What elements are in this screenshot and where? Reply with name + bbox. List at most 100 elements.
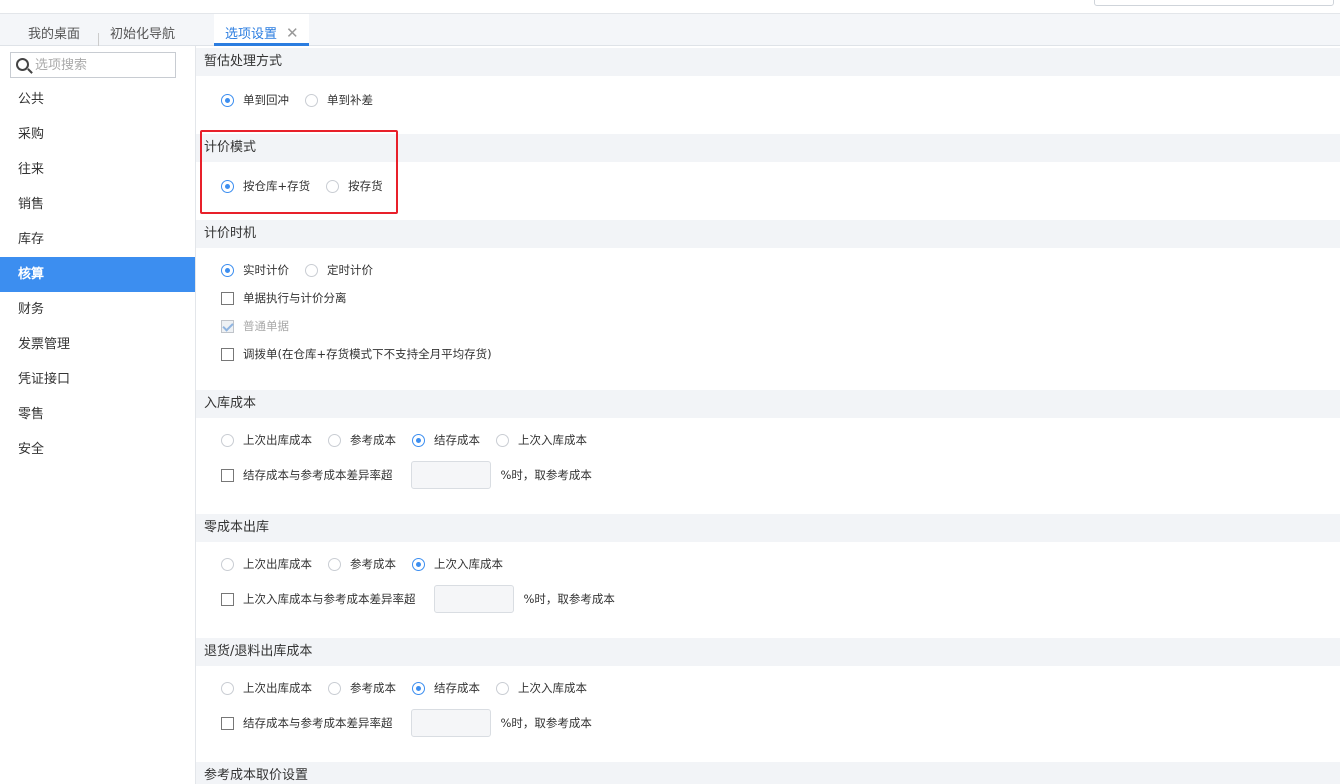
checkbox-option[interactable]: 结存成本与参考成本差异率超 [221, 467, 393, 483]
section-title: 暂估处理方式 [196, 48, 1340, 76]
radio-label: 上次入库成本 [434, 557, 503, 571]
top-search-field[interactable] [1094, 0, 1334, 6]
tab-bar: 我的桌面 初始化导航 选项设置 ✕ [0, 14, 1340, 47]
checkbox[interactable] [221, 716, 234, 730]
settings-panel: 暂估处理方式 单到回冲 单到补差 计价模式 按仓库+存货 按存货 计价时机 实时… [196, 46, 1340, 784]
section-pricing-mode: 计价模式 按仓库+存货 按存货 [196, 134, 1340, 193]
radio-button[interactable] [412, 557, 425, 571]
threshold-row: 上次入库成本与参考成本差异率超 %时，取参考成本 [221, 584, 615, 614]
radio-option[interactable]: 参考成本 [328, 432, 396, 448]
checkbox[interactable] [221, 468, 234, 482]
sidebar-item-invoice[interactable]: 发票管理 [0, 327, 195, 362]
section-inbound-cost: 入库成本 上次出库成本 参考成本 结存成本 上次入库成本 结存成本与参考成本差异… [196, 390, 1340, 489]
radio-label: 上次入库成本 [518, 433, 587, 447]
radio-group: 上次出库成本 参考成本 上次入库成本 [221, 554, 519, 574]
radio-option[interactable]: 定时计价 [305, 262, 373, 278]
radio-label: 按仓库+存货 [243, 179, 311, 193]
radio-button[interactable] [221, 179, 234, 193]
sidebar-item-retail[interactable]: 零售 [0, 397, 195, 432]
radio-button[interactable] [328, 557, 341, 571]
checkbox[interactable] [221, 291, 234, 305]
checkbox[interactable] [221, 592, 234, 606]
radio-button[interactable] [221, 93, 234, 107]
radio-label: 实时计价 [243, 263, 289, 277]
tab-option-settings-label: 选项设置 [225, 27, 278, 42]
checkbox-label: 上次入库成本与参考成本差异率超 [243, 592, 416, 606]
radio-button[interactable] [305, 263, 318, 277]
radio-option[interactable]: 单到回冲 [221, 92, 289, 108]
radio-option[interactable]: 结存成本 [412, 680, 480, 696]
threshold-suffix: %时，取参考成本 [500, 468, 592, 482]
threshold-input[interactable] [410, 461, 491, 489]
radio-option[interactable]: 上次出库成本 [221, 680, 312, 696]
sidebar-item-accounts[interactable]: 往来 [0, 152, 195, 187]
radio-label: 参考成本 [350, 681, 396, 695]
radio-option[interactable]: 上次出库成本 [221, 432, 312, 448]
radio-button[interactable] [412, 433, 425, 447]
radio-option[interactable]: 参考成本 [328, 556, 396, 572]
section-reference-cost: 参考成本取价设置 [196, 762, 1340, 784]
checkbox-option: 普通单据 [221, 318, 289, 334]
sidebar-item-security[interactable]: 安全 [0, 432, 195, 467]
radio-button[interactable] [221, 263, 234, 277]
sidebar-item-finance[interactable]: 财务 [0, 292, 195, 327]
radio-button[interactable] [221, 557, 234, 571]
section-title: 计价时机 [196, 220, 1340, 248]
sidebar-search[interactable] [10, 52, 176, 78]
radio-option[interactable]: 结存成本 [412, 432, 480, 448]
radio-label: 上次出库成本 [243, 681, 312, 695]
sidebar-item-inventory[interactable]: 库存 [0, 222, 195, 257]
radio-option[interactable]: 单到补差 [305, 92, 373, 108]
top-strip [0, 0, 1340, 14]
checkbox-option[interactable]: 结存成本与参考成本差异率超 [221, 715, 393, 731]
checkbox[interactable] [221, 347, 234, 361]
radio-option[interactable]: 上次入库成本 [412, 556, 503, 572]
sidebar-item-public[interactable]: 公共 [0, 82, 195, 117]
radio-button[interactable] [221, 681, 234, 695]
radio-group: 单到回冲 单到补差 [221, 90, 389, 110]
threshold-row: 结存成本与参考成本差异率超 %时，取参考成本 [221, 708, 592, 738]
sidebar-item-purchase[interactable]: 采购 [0, 117, 195, 152]
radio-label: 结存成本 [434, 433, 480, 447]
checkbox-option[interactable]: 单据执行与计价分离 [221, 290, 347, 306]
radio-option[interactable]: 按存货 [326, 178, 383, 194]
tab-option-settings[interactable]: 选项设置 ✕ [214, 14, 309, 46]
checkbox-option[interactable]: 调拨单(在仓库+存货模式下不支持全月平均存货) [221, 346, 492, 362]
checkbox-row: 普通单据 [221, 316, 305, 336]
radio-label: 定时计价 [327, 263, 373, 277]
radio-label: 参考成本 [350, 433, 396, 447]
sidebar-item-costing[interactable]: 核算 [0, 257, 195, 292]
checkbox-option[interactable]: 上次入库成本与参考成本差异率超 [221, 591, 416, 607]
radio-button[interactable] [326, 179, 340, 193]
radio-option[interactable]: 实时计价 [221, 262, 289, 278]
radio-option[interactable]: 上次入库成本 [496, 680, 587, 696]
radio-button[interactable] [496, 433, 509, 447]
sidebar-item-voucher[interactable]: 凭证接口 [0, 362, 195, 397]
radio-button[interactable] [496, 681, 509, 695]
checkbox [221, 319, 234, 333]
radio-button[interactable] [328, 433, 341, 447]
tab-divider [98, 33, 99, 47]
section-title: 入库成本 [196, 390, 1340, 418]
sidebar: 公共 采购 往来 销售 库存 核算 财务 发票管理 凭证接口 零售 安全 [0, 46, 196, 784]
radio-option[interactable]: 上次出库成本 [221, 556, 312, 572]
section-title: 参考成本取价设置 [196, 762, 1340, 784]
radio-button[interactable] [221, 433, 234, 447]
sidebar-item-sales[interactable]: 销售 [0, 187, 195, 222]
close-icon[interactable]: ✕ [286, 26, 299, 41]
checkbox-label: 结存成本与参考成本差异率超 [243, 468, 393, 482]
radio-button[interactable] [412, 681, 425, 695]
top-cut-text [158, 0, 196, 2]
radio-label: 参考成本 [350, 557, 396, 571]
radio-button[interactable] [328, 681, 341, 695]
threshold-input[interactable] [410, 709, 491, 737]
tab-my-desktop[interactable]: 我的桌面 [28, 23, 80, 42]
tab-init-navigation[interactable]: 初始化导航 [110, 23, 175, 42]
radio-button[interactable] [305, 93, 318, 107]
radio-option[interactable]: 上次入库成本 [496, 432, 587, 448]
radio-option[interactable]: 参考成本 [328, 680, 396, 696]
search-input[interactable] [35, 55, 173, 75]
radio-label: 结存成本 [434, 681, 480, 695]
radio-option[interactable]: 按仓库+存货 [221, 178, 310, 194]
threshold-input[interactable] [433, 585, 514, 613]
